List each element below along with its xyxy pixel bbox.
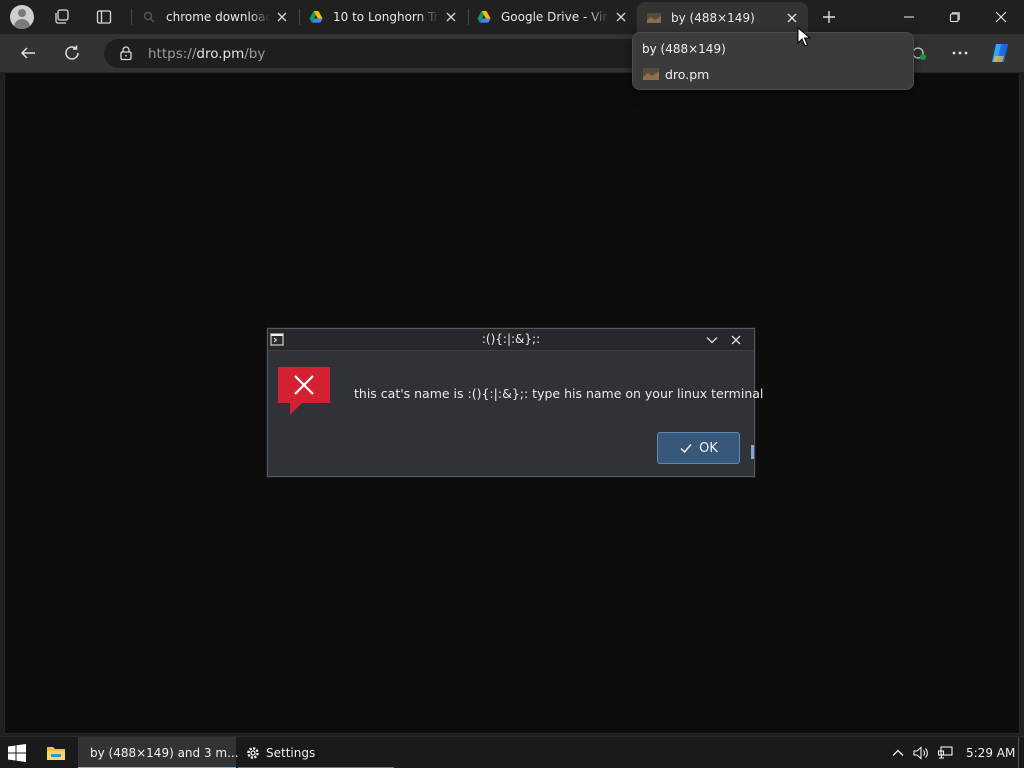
tab-chrome-download[interactable]: chrome download -	[132, 0, 298, 34]
start-button[interactable]	[8, 737, 30, 768]
tab-by-image[interactable]: by (488×149)	[637, 2, 808, 34]
cat-thumbnail-icon	[647, 13, 661, 23]
minimize-window-button[interactable]	[898, 6, 920, 28]
url-path: /by	[244, 46, 266, 62]
lock-icon[interactable]	[118, 45, 134, 61]
dialog-title: :(){:|:&};:	[481, 332, 541, 346]
tab-title: 10 to Longhorn Tran	[333, 10, 439, 24]
copilot-icon[interactable]	[989, 42, 1011, 64]
error-icon	[278, 367, 330, 415]
reload-button[interactable]	[61, 42, 83, 64]
tab-strip: chrome download - 10 to Longhorn Tran Go…	[0, 0, 1024, 34]
profile-avatar-icon[interactable]	[10, 5, 34, 29]
settings-taskbar-button[interactable]: Settings	[238, 737, 394, 768]
new-tab-button[interactable]	[818, 6, 840, 28]
chevron-up-icon[interactable]	[890, 745, 906, 761]
tab-hover-card: by (488×149) dro.pm	[632, 32, 914, 90]
google-drive-icon	[477, 11, 491, 23]
hover-card-domain: dro.pm	[665, 67, 710, 82]
mouse-cursor-icon	[797, 27, 811, 47]
more-options-icon[interactable]	[949, 42, 971, 64]
tab-google-drive-virus[interactable]: Google Drive - Virus	[467, 0, 637, 34]
workspaces-icon[interactable]	[51, 6, 73, 28]
gear-icon	[247, 747, 259, 759]
search-favicon-icon	[143, 11, 155, 23]
address-url[interactable]: https://dro.pm/by	[148, 46, 265, 62]
windows-logo-icon	[8, 744, 26, 762]
volume-icon[interactable]	[913, 745, 929, 761]
close-tab-icon[interactable]	[443, 9, 459, 25]
close-window-button[interactable]	[990, 6, 1012, 28]
tab-title: by (488×149)	[671, 11, 755, 25]
tab-actions-menu-icon[interactable]	[93, 6, 115, 28]
edge-taskbar-label: by (488×149) and 3 m...	[90, 746, 239, 760]
close-tab-icon[interactable]	[784, 10, 800, 26]
hover-card-title: by (488×149)	[642, 42, 726, 56]
tab-title: chrome download -	[166, 10, 270, 24]
restore-window-button[interactable]	[944, 6, 966, 28]
ok-button[interactable]: OK	[657, 432, 740, 464]
google-drive-icon	[309, 11, 323, 23]
close-tab-icon[interactable]	[274, 9, 290, 25]
file-explorer-button[interactable]	[46, 737, 70, 768]
back-button[interactable]	[17, 42, 39, 64]
cat-thumbnail-icon	[643, 68, 659, 80]
url-scheme: https://	[148, 46, 197, 62]
show-desktop-button[interactable]	[1018, 737, 1019, 768]
tab-longhorn[interactable]: 10 to Longhorn Tran	[299, 0, 467, 34]
error-dialog: :(){:|:&};: this cat's name is :(){:|:&}…	[267, 328, 763, 477]
taskbar: by (488×149) and 3 m... Settings 5:29 AM	[0, 736, 1024, 768]
ok-button-label: OK	[699, 440, 718, 456]
close-tab-icon[interactable]	[613, 9, 629, 25]
dialog-close-icon[interactable]	[728, 332, 744, 348]
url-host: dro.pm	[196, 46, 245, 62]
tab-title: Google Drive - Virus	[501, 10, 609, 24]
checkmark-icon	[680, 444, 692, 454]
resize-handle[interactable]	[751, 445, 754, 459]
dialog-message: this cat's name is :(){:|:&};: type his …	[354, 386, 764, 401]
folder-icon	[47, 747, 65, 760]
edge-taskbar-button[interactable]: by (488×149) and 3 m...	[78, 737, 239, 768]
dialog-titlebar[interactable]: :(){:|:&};:	[268, 329, 754, 351]
clock[interactable]: 5:29 AM	[966, 746, 1015, 760]
settings-taskbar-label: Settings	[266, 746, 316, 760]
chevron-down-icon[interactable]	[704, 332, 720, 348]
network-icon[interactable]	[938, 745, 954, 761]
